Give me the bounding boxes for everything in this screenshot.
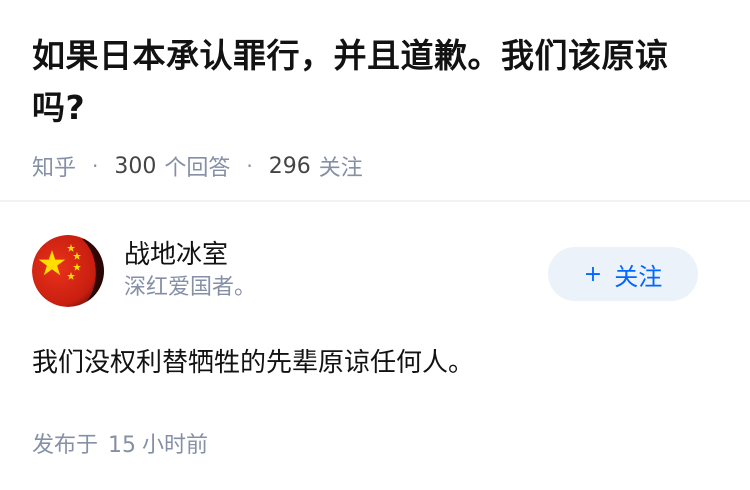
follow-button-label: 关注 bbox=[614, 262, 663, 291]
answer-timestamp: 发布于 15 小时前 bbox=[32, 427, 718, 459]
source-label[interactable]: 知乎 bbox=[32, 150, 76, 182]
answer-card: 战地冰室 深红爱国者。 + 关注 我们没权利替牺牲的先辈原谅任何人。 发布于 15… bbox=[32, 235, 718, 459]
author-info: 战地冰室 深红爱国者。 bbox=[124, 238, 548, 304]
answer-content[interactable]: 我们没权利替牺牲的先辈原谅任何人。 bbox=[32, 343, 718, 383]
china-flag-avatar-icon bbox=[32, 235, 104, 307]
meta-separator: · bbox=[92, 154, 99, 178]
time-prefix: 发布于 bbox=[32, 433, 99, 458]
author-avatar[interactable] bbox=[32, 235, 104, 307]
question-meta: 知乎 · 300 个回答 · 296 关注 bbox=[32, 150, 718, 182]
question-title[interactable]: 如果日本承认罪行，并且道歉。我们该原谅吗? bbox=[32, 30, 718, 134]
answer-count-label: 个回答 bbox=[164, 156, 231, 181]
follower-count-label: 关注 bbox=[318, 156, 363, 181]
follow-button[interactable]: + 关注 bbox=[548, 247, 698, 301]
meta-separator: · bbox=[246, 154, 253, 178]
author-bio: 深红爱国者。 bbox=[124, 275, 257, 300]
section-divider bbox=[0, 200, 750, 202]
question-header: 如果日本承认罪行，并且道歉。我们该原谅吗? 知乎 · 300 个回答 · 296… bbox=[0, 0, 750, 182]
author-row: 战地冰室 深红爱国者。 + 关注 bbox=[32, 235, 718, 307]
author-name[interactable]: 战地冰室 bbox=[124, 238, 548, 272]
follower-count: 296 bbox=[268, 153, 311, 179]
zhihu-question-page: 如果日本承认罪行，并且道歉。我们该原谅吗? 知乎 · 300 个回答 · 296… bbox=[0, 0, 750, 490]
time-unit: 小时前 bbox=[142, 433, 209, 458]
answer-count: 300 bbox=[114, 153, 157, 179]
plus-icon: + bbox=[583, 261, 603, 287]
time-value: 15 bbox=[108, 433, 137, 458]
